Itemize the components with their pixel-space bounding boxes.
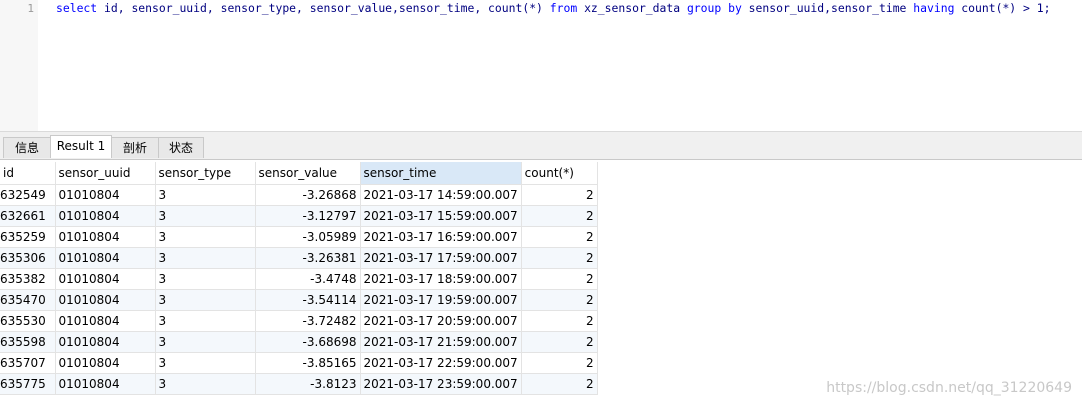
cell-sensor-type[interactable]: 3	[155, 310, 256, 332]
cell-sensor-uuid[interactable]: 01010804	[55, 205, 156, 227]
cell-sensor-value[interactable]: -3.05989	[255, 226, 361, 248]
cell-sensor-uuid[interactable]: 01010804	[55, 310, 156, 332]
table-row[interactable]: 635470 01010804 3 -3.54114 2021-03-17 19:59:…	[0, 289, 598, 311]
tab-profile[interactable]: 剖析	[111, 137, 159, 158]
cell-sensor-value[interactable]: -3.12797	[255, 205, 361, 227]
cell-count[interactable]: 2	[521, 184, 598, 206]
cell-sensor-value[interactable]: -3.8123	[255, 373, 361, 395]
cell-id[interactable]: 632549	[0, 184, 56, 206]
cell-sensor-value[interactable]: -3.26381	[255, 247, 361, 269]
cell-sensor-time[interactable]: 2021-03-17 15:59:00.007	[360, 205, 522, 227]
column-header-sensor-uuid[interactable]: sensor_uuid	[55, 162, 156, 185]
cell-count[interactable]: 2	[521, 226, 598, 248]
table-row[interactable]: 635382 01010804 3 -3.4748 2021-03-17 18:59:0…	[0, 268, 598, 290]
column-header-sensor-type[interactable]: sensor_type	[155, 162, 256, 185]
cell-id[interactable]: 635530	[0, 310, 56, 332]
table-row[interactable]: 635259 01010804 3 -3.05989 2021-03-17 16:59:…	[0, 226, 598, 248]
cell-sensor-type[interactable]: 3	[155, 226, 256, 248]
result-grid[interactable]: id sensor_uuid sensor_type sensor_value …	[0, 162, 598, 395]
cell-count[interactable]: 2	[521, 352, 598, 374]
cell-sensor-type[interactable]: 3	[155, 289, 256, 311]
cell-sensor-time[interactable]: 2021-03-17 22:59:00.007	[360, 352, 522, 374]
cell-id[interactable]: 635707	[0, 352, 56, 374]
cell-sensor-value[interactable]: -3.54114	[255, 289, 361, 311]
cell-sensor-type[interactable]: 3	[155, 373, 256, 395]
cell-id[interactable]: 635382	[0, 268, 56, 290]
line-number: 1	[27, 2, 34, 15]
cell-sensor-time[interactable]: 2021-03-17 20:59:00.007	[360, 310, 522, 332]
cell-sensor-value[interactable]: -3.68698	[255, 331, 361, 353]
sql-keyword: having	[913, 1, 955, 15]
cell-sensor-type[interactable]: 3	[155, 205, 256, 227]
cell-count[interactable]: 2	[521, 268, 598, 290]
header-row: id sensor_uuid sensor_type sensor_value …	[0, 162, 598, 185]
cell-sensor-type[interactable]: 3	[155, 352, 256, 374]
cell-sensor-time[interactable]: 2021-03-17 17:59:00.007	[360, 247, 522, 269]
cell-id[interactable]: 635470	[0, 289, 56, 311]
cell-count[interactable]: 2	[521, 205, 598, 227]
column-header-count[interactable]: count(*)	[521, 162, 598, 185]
cell-sensor-type[interactable]: 3	[155, 247, 256, 269]
cell-sensor-value[interactable]: -3.85165	[255, 352, 361, 374]
sql-text: count(*) > 1;	[954, 1, 1051, 15]
cell-sensor-value[interactable]: -3.26868	[255, 184, 361, 206]
cell-sensor-uuid[interactable]: 01010804	[55, 373, 156, 395]
cell-sensor-time[interactable]: 2021-03-17 14:59:00.007	[360, 184, 522, 206]
table-row[interactable]: 635775 01010804 3 -3.8123 2021-03-17 23:59:0…	[0, 373, 598, 395]
result-tab-bar: 信息 Result 1 剖析 状态	[0, 135, 1082, 160]
sql-editor[interactable]: 1 select id, sensor_uuid, sensor_type, s…	[0, 0, 1082, 131]
table-row[interactable]: 632549 01010804 3 -3.26868 2021-03-17 14:59:…	[0, 184, 598, 206]
cell-count[interactable]: 2	[521, 289, 598, 311]
tab-result-1[interactable]: Result 1	[50, 135, 112, 158]
tab-info[interactable]: 信息	[3, 137, 51, 158]
table-row[interactable]: 635306 01010804 3 -3.26381 2021-03-17 17:59:…	[0, 247, 598, 269]
cell-sensor-uuid[interactable]: 01010804	[55, 268, 156, 290]
cell-sensor-time[interactable]: 2021-03-17 16:59:00.007	[360, 226, 522, 248]
table-row[interactable]: 635530 01010804 3 -3.72482 2021-03-17 20:59:…	[0, 310, 598, 332]
column-header-id[interactable]: id	[0, 162, 56, 185]
cell-sensor-uuid[interactable]: 01010804	[55, 226, 156, 248]
line-gutter: 1	[0, 0, 38, 131]
sql-query-text[interactable]: select id, sensor_uuid, sensor_type, sen…	[56, 1, 1050, 15]
sql-text: id, sensor_uuid, sensor_type, sensor_val…	[97, 1, 550, 15]
cell-sensor-uuid[interactable]: 01010804	[55, 247, 156, 269]
cell-sensor-value[interactable]: -3.72482	[255, 310, 361, 332]
cell-sensor-time[interactable]: 2021-03-17 18:59:00.007	[360, 268, 522, 290]
cell-sensor-type[interactable]: 3	[155, 184, 256, 206]
cell-sensor-type[interactable]: 3	[155, 268, 256, 290]
tab-status[interactable]: 状态	[158, 137, 204, 158]
cell-sensor-type[interactable]: 3	[155, 331, 256, 353]
cell-count[interactable]: 2	[521, 247, 598, 269]
table-row[interactable]: 635707 01010804 3 -3.85165 2021-03-17 22:59:…	[0, 352, 598, 374]
cell-sensor-time[interactable]: 2021-03-17 19:59:00.007	[360, 289, 522, 311]
cell-id[interactable]: 632661	[0, 205, 56, 227]
cell-sensor-time[interactable]: 2021-03-17 23:59:00.007	[360, 373, 522, 395]
cell-count[interactable]: 2	[521, 310, 598, 332]
table-row[interactable]: 635598 01010804 3 -3.68698 2021-03-17 21:59:…	[0, 331, 598, 353]
cell-sensor-uuid[interactable]: 01010804	[55, 184, 156, 206]
cell-count[interactable]: 2	[521, 373, 598, 395]
cell-sensor-value[interactable]: -3.4748	[255, 268, 361, 290]
sql-keyword: group by	[686, 1, 742, 15]
cell-sensor-time[interactable]: 2021-03-17 21:59:00.007	[360, 331, 522, 353]
sql-keyword: from	[549, 1, 578, 15]
cell-id[interactable]: 635598	[0, 331, 56, 353]
cell-id[interactable]: 635306	[0, 247, 56, 269]
sql-text: sensor_uuid,sensor_time	[741, 1, 914, 15]
column-header-sensor-time[interactable]: sensor_time	[360, 162, 522, 185]
watermark: https://blog.csdn.net/qq_31220649	[826, 380, 1072, 396]
cell-id[interactable]: 635259	[0, 226, 56, 248]
cell-id[interactable]: 635775	[0, 373, 56, 395]
cell-sensor-uuid[interactable]: 01010804	[55, 289, 156, 311]
sql-keyword: select	[56, 1, 98, 15]
table-row[interactable]: 632661 01010804 3 -3.12797 2021-03-17 15:59:…	[0, 205, 598, 227]
cell-count[interactable]: 2	[521, 331, 598, 353]
cell-sensor-uuid[interactable]: 01010804	[55, 352, 156, 374]
cell-sensor-uuid[interactable]: 01010804	[55, 331, 156, 353]
sql-text: xz_sensor_data	[577, 1, 687, 15]
column-header-sensor-value[interactable]: sensor_value	[255, 162, 361, 185]
